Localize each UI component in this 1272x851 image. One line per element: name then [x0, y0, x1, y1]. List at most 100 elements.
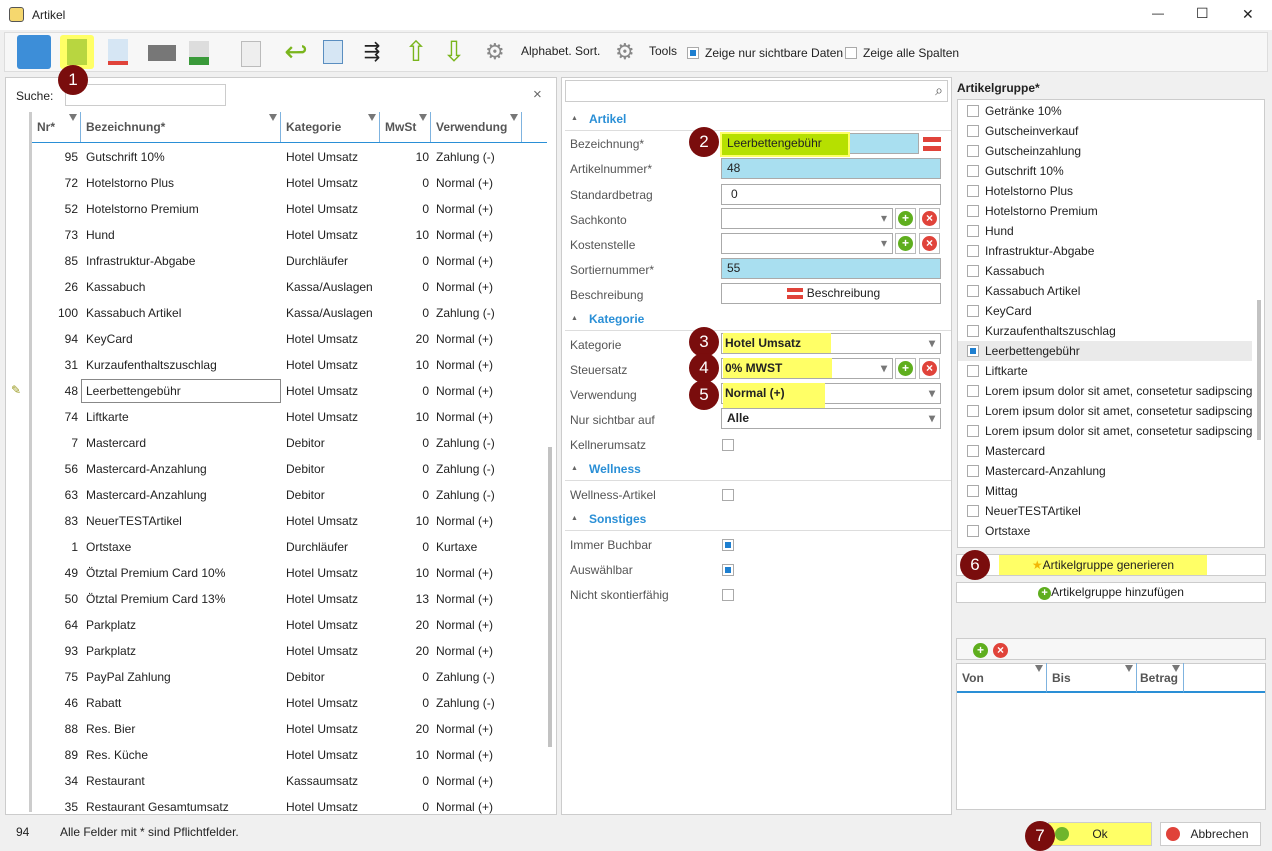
- group-item[interactable]: Lorem ipsum dolor sit amet, consetetur s…: [958, 381, 1252, 401]
- group-item[interactable]: Gutscheinverkauf: [958, 121, 1252, 141]
- table-row[interactable]: 72 Hotelstorno Plus Hotel Umsatz 0 Normal (+…: [32, 170, 547, 196]
- group-item[interactable]: Mastercard: [958, 441, 1252, 461]
- move-down-icon[interactable]: ⇩: [437, 35, 471, 69]
- group-checkbox[interactable]: [967, 165, 979, 177]
- search-input[interactable]: [65, 84, 226, 106]
- group-item[interactable]: Liftkarte: [958, 361, 1252, 381]
- kostenstelle-dropdown[interactable]: [721, 233, 893, 254]
- section-kategorie[interactable]: Kategorie: [565, 307, 951, 331]
- remove-range-button[interactable]: [991, 641, 1012, 662]
- group-item[interactable]: KeyCard: [958, 301, 1252, 321]
- group-item[interactable]: Kurzaufenthaltszuschlag: [958, 321, 1252, 341]
- merge-icon[interactable]: ⇶: [355, 35, 389, 69]
- verwendung-dropdown[interactable]: Normal (+): [721, 383, 941, 408]
- table-row[interactable]: 100 Kassabuch Artikel Kassa/Auslagen 0 Zahlu…: [32, 300, 547, 326]
- group-item[interactable]: Gutscheinzahlung: [958, 141, 1252, 161]
- column-header-mwst[interactable]: MwSt: [380, 112, 431, 142]
- table-row[interactable]: 64 Parkplatz Hotel Umsatz 20 Normal (+): [32, 612, 547, 638]
- wellness-artikel-checkbox[interactable]: [722, 489, 734, 501]
- group-item[interactable]: Hotelstorno Plus: [958, 181, 1252, 201]
- group-checkbox[interactable]: [967, 445, 979, 457]
- close-button[interactable]: ✕: [1242, 6, 1254, 23]
- table-row[interactable]: 56 Mastercard-Anzahlung Debitor 0 Zahlung (-…: [32, 456, 547, 482]
- move-up-icon[interactable]: ⇧: [399, 35, 433, 69]
- group-item[interactable]: Getränke 10%: [958, 101, 1252, 121]
- table-row[interactable]: 94 KeyCard Hotel Umsatz 20 Normal (+): [32, 326, 547, 352]
- table-row[interactable]: 46 Rabatt Hotel Umsatz 0 Zahlung (-): [32, 690, 547, 716]
- sortiernummer-input[interactable]: 55: [721, 258, 941, 279]
- group-item[interactable]: Mastercard-Anzahlung: [958, 461, 1252, 481]
- group-checkbox[interactable]: [967, 525, 979, 537]
- column-header-betrag[interactable]: Betrag: [1137, 663, 1184, 693]
- group-item[interactable]: Kassabuch: [958, 261, 1252, 281]
- form-search-input[interactable]: ⌕: [565, 80, 948, 102]
- table-row[interactable]: 49 Ötztal Premium Card 10% Hotel Umsatz 10 N…: [32, 560, 547, 586]
- group-checkbox[interactable]: [967, 305, 979, 317]
- table-row[interactable]: 48 Leerbettengebühr Hotel Umsatz 0 Normal (+…: [32, 378, 547, 404]
- save-icon[interactable]: [17, 35, 51, 69]
- table-row[interactable]: 75 PayPal Zahlung Debitor 0 Zahlung (-): [32, 664, 547, 690]
- immer-buchbar-checkbox[interactable]: [722, 539, 734, 551]
- group-checkbox[interactable]: [967, 405, 979, 417]
- table-row[interactable]: 7 Mastercard Debitor 0 Zahlung (-): [32, 430, 547, 456]
- group-checkbox[interactable]: [967, 385, 979, 397]
- table-row[interactable]: 73 Hund Hotel Umsatz 10 Normal (+): [32, 222, 547, 248]
- maximize-button[interactable]: ☐: [1196, 5, 1209, 22]
- print-icon[interactable]: [145, 35, 179, 69]
- table-row[interactable]: 88 Res. Bier Hotel Umsatz 20 Normal (+): [32, 716, 547, 742]
- delete-article-icon[interactable]: [101, 35, 135, 69]
- group-item[interactable]: Gutschrift 10%: [958, 161, 1252, 181]
- group-item[interactable]: NeuerTESTArtikel: [958, 501, 1252, 521]
- group-checkbox[interactable]: [967, 265, 979, 277]
- auswaehlbar-checkbox[interactable]: [722, 564, 734, 576]
- excel-export-icon[interactable]: [183, 35, 217, 69]
- artikelnummer-input[interactable]: 48: [721, 158, 941, 179]
- table-row[interactable]: 1 Ortstaxe Durchläufer 0 Kurtaxe: [32, 534, 547, 560]
- remove-sachkonto-button[interactable]: [919, 208, 940, 229]
- table-row[interactable]: 52 Hotelstorno Premium Hotel Umsatz 0 Normal…: [32, 196, 547, 222]
- column-header-bis[interactable]: Bis: [1047, 663, 1137, 693]
- table-row[interactable]: 50 Ötztal Premium Card 13% Hotel Umsatz 13 N…: [32, 586, 547, 612]
- section-sonstiges[interactable]: Sonstiges: [565, 507, 951, 531]
- add-range-button[interactable]: [971, 641, 992, 662]
- group-item[interactable]: Mittag: [958, 481, 1252, 501]
- add-kostenstelle-button[interactable]: [895, 233, 916, 254]
- column-header-nr[interactable]: Nr*: [32, 112, 81, 142]
- group-item[interactable]: Ortstaxe: [958, 521, 1252, 541]
- group-checkbox[interactable]: [967, 105, 979, 117]
- group-item[interactable]: Infrastruktur-Abgabe: [958, 241, 1252, 261]
- standardbetrag-input[interactable]: 0: [721, 184, 941, 205]
- import-icon[interactable]: [235, 35, 269, 69]
- kellnerumsatz-checkbox[interactable]: [722, 439, 734, 451]
- table-row[interactable]: 34 Restaurant Kassaumsatz 0 Normal (+): [32, 768, 547, 794]
- ok-button[interactable]: Ok: [1048, 822, 1152, 846]
- add-artikelgruppe-button[interactable]: + Artikelgruppe hinzufügen: [956, 582, 1266, 603]
- table-row[interactable]: 95 Gutschrift 10% Hotel Umsatz 10 Zahlung (-…: [32, 144, 547, 170]
- show-all-columns-checkbox[interactable]: [845, 47, 857, 59]
- group-checkbox[interactable]: [967, 505, 979, 517]
- new-article-button[interactable]: [60, 35, 94, 69]
- sichtbar-dropdown[interactable]: Alle: [721, 408, 941, 429]
- sachkonto-dropdown[interactable]: [721, 208, 893, 229]
- table-row[interactable]: 26 Kassabuch Kassa/Auslagen 0 Normal (+): [32, 274, 547, 300]
- tools-button[interactable]: Tools: [649, 44, 677, 58]
- group-item[interactable]: Kassabuch Artikel: [958, 281, 1252, 301]
- group-item[interactable]: Leerbettengebühr: [958, 341, 1252, 361]
- undo-icon[interactable]: ↩: [279, 35, 313, 69]
- group-item[interactable]: Hotelstorno Premium: [958, 201, 1252, 221]
- group-checkbox[interactable]: [967, 145, 979, 157]
- cancel-button[interactable]: Abbrechen: [1160, 822, 1261, 846]
- column-header-bezeichnung[interactable]: Bezeichnung*: [81, 112, 281, 142]
- column-header-von[interactable]: Von: [957, 663, 1047, 693]
- group-item[interactable]: Lorem ipsum dolor sit amet, consetetur s…: [958, 401, 1252, 421]
- add-steuersatz-button[interactable]: [895, 358, 916, 379]
- minimize-button[interactable]: —: [1152, 6, 1164, 20]
- group-checkbox[interactable]: [967, 365, 979, 377]
- nicht-skontierfaehig-checkbox[interactable]: [722, 589, 734, 601]
- table-row[interactable]: 31 Kurzaufenthaltszuschlag Hotel Umsatz 10 N…: [32, 352, 547, 378]
- group-scrollbar[interactable]: [1255, 100, 1264, 546]
- add-sachkonto-button[interactable]: [895, 208, 916, 229]
- group-checkbox[interactable]: [967, 345, 979, 357]
- remove-kostenstelle-button[interactable]: [919, 233, 940, 254]
- column-header-verwendung[interactable]: Verwendung: [431, 112, 522, 142]
